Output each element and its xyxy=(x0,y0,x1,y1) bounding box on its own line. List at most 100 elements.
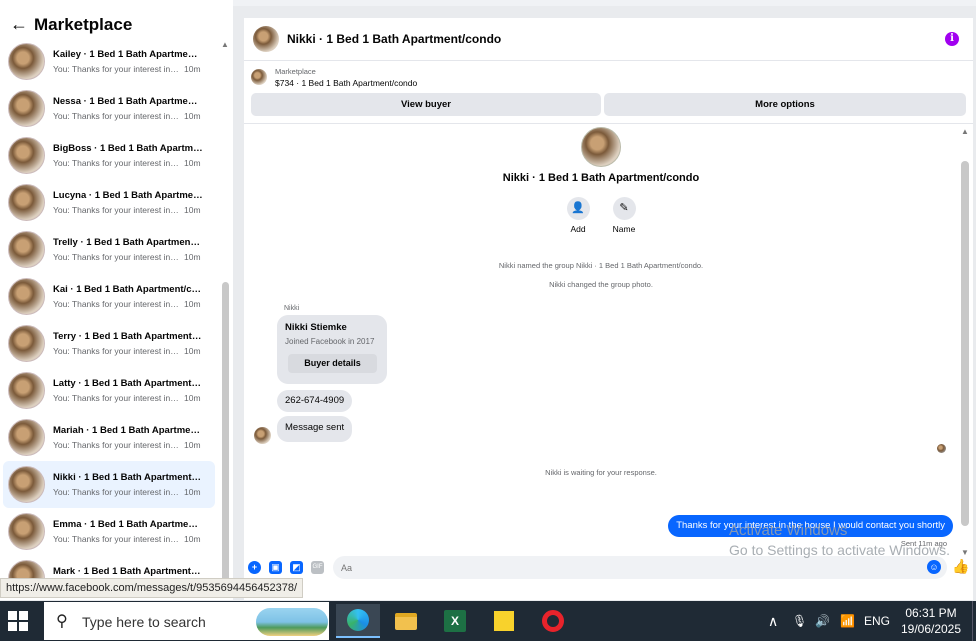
conversation-item[interactable]: Nessa · 1 Bed 1 Bath Apartment/condo You:… xyxy=(3,85,215,132)
buyer-joined: Joined Facebook in 2017 xyxy=(285,337,375,346)
conversation-preview: You: Thanks for your interest in the hou… xyxy=(53,158,203,168)
clock-date: 19/06/2025 xyxy=(900,622,962,636)
conversation-name: BigBoss · 1 Bed 1 Bath Apartment/condo xyxy=(53,143,203,154)
sender-avatar[interactable] xyxy=(254,427,271,444)
taskbar-opera[interactable] xyxy=(531,604,575,638)
language-indicator[interactable]: ENG xyxy=(864,601,890,641)
more-options-button[interactable]: More options xyxy=(604,93,966,116)
avatar[interactable] xyxy=(8,325,45,362)
add-action[interactable]: 👤 Add xyxy=(558,197,598,234)
conversation-item[interactable]: Nikki · 1 Bed 1 Bath Apartment/condo You:… xyxy=(3,461,215,508)
phone-bubble[interactable]: 262-674-4909 xyxy=(277,390,353,412)
avatar[interactable] xyxy=(8,184,45,221)
listing-thumbnail[interactable] xyxy=(251,69,267,85)
conversation-text: Trelly · 1 Bed 1 Bath Apartment/condo You… xyxy=(53,237,203,262)
emoji-icon[interactable]: ☺ xyxy=(927,560,941,574)
composer: + ▣ ◩ GIF ☺ 👍 xyxy=(244,556,973,600)
taskbar-edge[interactable] xyxy=(336,604,380,638)
conversation-snippet: You: Thanks for your interest in the hou… xyxy=(53,252,181,262)
view-buyer-button[interactable]: View buyer xyxy=(251,93,601,116)
buyer-card: Nikki Stiemke Joined Facebook in 2017 Bu… xyxy=(277,315,387,384)
conversation-item[interactable]: Latty · 1 Bed 1 Bath Apartment/condo You:… xyxy=(3,367,215,414)
conversation-time: 10m xyxy=(184,487,201,497)
conversation-text: Kailey · 1 Bed 1 Bath Apartment/condo You… xyxy=(53,49,203,74)
conversation-item[interactable]: Kailey · 1 Bed 1 Bath Apartment/condo You… xyxy=(3,38,215,85)
windows-taskbar: ⚲ Type here to search X ∧ 🎙 🔊 📶 ENG 06:3… xyxy=(0,601,976,641)
avatar[interactable] xyxy=(8,43,45,80)
taskbar-excel[interactable]: X xyxy=(433,604,477,638)
clock-time: 06:31 PM xyxy=(905,606,957,620)
conversation-name: Lucyna · 1 Bed 1 Bath Apartment/condo xyxy=(53,190,203,201)
listing-price-title[interactable]: $734 · 1 Bed 1 Bath Apartment/condo xyxy=(275,78,417,88)
conversation-time: 10m xyxy=(184,64,201,74)
chat-scroll-thumb[interactable] xyxy=(961,161,969,526)
sidebar-scrollbar[interactable]: ▲ xyxy=(221,40,230,585)
avatar[interactable] xyxy=(8,372,45,409)
conversation-name: Emma · 1 Bed 1 Bath Apartment/condo xyxy=(53,519,203,530)
conversation-preview: You: Thanks for your interest in the hou… xyxy=(53,252,203,262)
taskbar-search[interactable]: ⚲ Type here to search xyxy=(44,602,329,640)
conversation-item[interactable]: Trelly · 1 Bed 1 Bath Apartment/condo You… xyxy=(3,226,215,273)
seen-indicator-avatar xyxy=(937,444,946,453)
status-bar-url: https://www.facebook.com/messages/t/9535… xyxy=(0,578,304,598)
avatar[interactable] xyxy=(8,513,45,550)
conversation-preview: You: Thanks for your interest in the hou… xyxy=(53,440,203,450)
thumbs-up-icon[interactable]: 👍 xyxy=(952,558,969,575)
scroll-up-arrow-icon[interactable]: ▲ xyxy=(221,40,229,49)
taskbar-file-explorer[interactable] xyxy=(384,604,428,638)
conversation-snippet: You: Thanks for your interest in the hou… xyxy=(53,440,181,450)
avatar[interactable] xyxy=(8,231,45,268)
conversation-time: 10m xyxy=(184,440,201,450)
plus-icon[interactable]: + xyxy=(248,561,261,574)
conversation-preview: You: Thanks for your interest in the hou… xyxy=(53,534,203,544)
gif-icon[interactable]: GIF xyxy=(311,561,324,574)
info-icon[interactable]: i xyxy=(945,32,959,46)
conversation-preview: You: Thanks for your interest in the hou… xyxy=(53,64,203,74)
chat-title[interactable]: Nikki · 1 Bed 1 Bath Apartment/condo xyxy=(287,32,501,46)
conversation-text: Terry · 1 Bed 1 Bath Apartment/condo You:… xyxy=(53,331,203,356)
conversation-item[interactable]: BigBoss · 1 Bed 1 Bath Apartment/condo Yo… xyxy=(3,132,215,179)
avatar[interactable] xyxy=(8,137,45,174)
sticker-icon[interactable]: ◩ xyxy=(290,561,303,574)
avatar[interactable] xyxy=(8,278,45,315)
search-highlight-image[interactable] xyxy=(256,608,328,636)
chat-avatar[interactable] xyxy=(253,26,279,52)
volume-icon[interactable]: 🔊 xyxy=(815,601,830,641)
conversation-name: Trelly · 1 Bed 1 Bath Apartment/condo xyxy=(53,237,203,248)
taskbar-sticky-notes[interactable] xyxy=(482,604,526,638)
sidebar-scroll-thumb[interactable] xyxy=(222,282,229,582)
marketplace-sidebar: ← Marketplace Kailey · 1 Bed 1 Bath Apar… xyxy=(0,0,233,600)
conversation-item[interactable]: Lucyna · 1 Bed 1 Bath Apartment/condo You… xyxy=(3,179,215,226)
conversation-item[interactable]: Mariah · 1 Bed 1 Bath Apartment/condo You… xyxy=(3,414,215,461)
chat-scrollbar[interactable]: ▲ ▼ xyxy=(960,127,970,557)
wifi-icon[interactable]: 📶 xyxy=(840,601,855,641)
avatar[interactable] xyxy=(8,90,45,127)
show-desktop-button[interactable] xyxy=(972,601,976,641)
conversation-snippet: You: Thanks for your interest in the hou… xyxy=(53,299,181,309)
conversation-item[interactable]: Kai · 1 Bed 1 Bath Apartment/condo You: T… xyxy=(3,273,215,320)
back-arrow-icon[interactable]: ← xyxy=(10,14,30,35)
taskbar-clock[interactable]: 06:31 PM 19/06/2025 xyxy=(898,605,964,637)
microphone-icon[interactable]: 🎙 xyxy=(792,601,807,641)
conversation-name: Latty · 1 Bed 1 Bath Apartment/condo xyxy=(53,378,203,389)
avatar[interactable] xyxy=(8,419,45,456)
avatar[interactable] xyxy=(8,466,45,503)
buyer-details-button[interactable]: Buyer details xyxy=(288,354,377,373)
conversation-name: Terry · 1 Bed 1 Bath Apartment/condo xyxy=(53,331,203,342)
message-sent-bubble[interactable]: Message sent xyxy=(277,416,353,442)
add-person-icon[interactable]: 👤 xyxy=(566,197,590,220)
chevron-up-icon[interactable]: ∧ xyxy=(768,601,778,641)
scroll-up-arrow-icon[interactable]: ▲ xyxy=(961,127,969,136)
pencil-icon[interactable]: ✎ xyxy=(612,197,636,220)
conversation-snippet: You: Thanks for your interest in the hou… xyxy=(53,534,181,544)
conversation-text: Lucyna · 1 Bed 1 Bath Apartment/condo You… xyxy=(53,190,203,215)
conversation-item[interactable]: Emma · 1 Bed 1 Bath Apartment/condo You: … xyxy=(3,508,215,555)
conversation-time: 10m xyxy=(184,299,201,309)
conversation-item[interactable]: Terry · 1 Bed 1 Bath Apartment/condo You:… xyxy=(3,320,215,367)
activate-windows-line1: Activate Windows xyxy=(729,522,848,539)
conversation-text: Emma · 1 Bed 1 Bath Apartment/condo You: … xyxy=(53,519,203,544)
name-action[interactable]: ✎ Name xyxy=(604,197,644,234)
windows-start-icon[interactable] xyxy=(8,611,28,631)
conversation-name: Kailey · 1 Bed 1 Bath Apartment/condo xyxy=(53,49,203,60)
photo-icon[interactable]: ▣ xyxy=(269,561,282,574)
